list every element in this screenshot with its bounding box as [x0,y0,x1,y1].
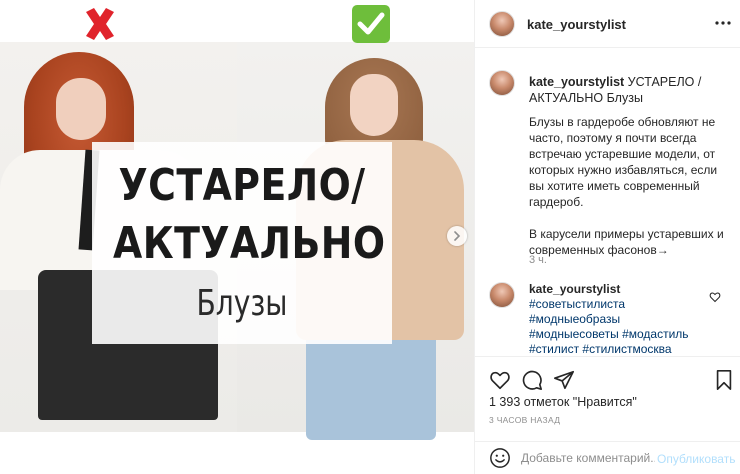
red-cross-icon [80,4,120,44]
caption-header: kate_yourstylist УСТАРЕЛО / АКТУАЛЬНО Бл… [529,74,719,106]
caption-paragraph: В карусели примеры устаревших и современ… [529,227,724,257]
comment-username[interactable]: kate_yourstylist [529,282,729,297]
caption-time[interactable]: 3 ч. [529,254,547,266]
caption-username[interactable]: kate_yourstylist [529,75,624,89]
carousel-next-button[interactable] [447,226,467,246]
post-side-panel: kate_yourstylist kate_yourstylist УСТАРЕ… [474,0,740,474]
model-right-face [350,74,398,136]
overlay-title-line2: АКТУАЛЬНО [113,218,386,269]
add-comment-bar: Опубликовать [475,441,740,474]
author-avatar[interactable] [489,11,515,37]
post-actions: 1 393 отметок "Нравится" 3 ЧАСОВ НАЗАД О… [475,356,740,474]
green-check-icon [351,4,391,44]
hashtag-link[interactable]: #советыстилиста [529,297,625,311]
overlay-title-line1: УСТАРЕЛО/ [118,160,366,211]
likes-link[interactable]: "Нравится" [573,395,637,409]
author-username[interactable]: kate_yourstylist [527,17,626,32]
caption-avatar[interactable] [489,70,515,96]
caption-body: Блузы в гардеробе обновляют не часто, по… [529,114,725,274]
hashtag-link[interactable]: #модастиль [622,327,688,341]
likes-count: 1 393 отметок "Нравится" [489,395,637,409]
share-icon[interactable] [553,369,575,391]
post-date[interactable]: 3 ЧАСОВ НАЗАД [489,415,560,425]
post-header: kate_yourstylist [475,0,740,48]
comment-input[interactable] [521,448,655,468]
comments-section[interactable]: kate_yourstylist УСТАРЕЛО / АКТУАЛЬНО Бл… [475,48,740,356]
hashtag-link[interactable]: #стилист [529,342,579,356]
comment-hashtags: #советыстилиста #модныеобразы #модныесов… [529,297,709,356]
overlay-subtitle: Блузы [196,283,288,324]
likes-suffix[interactable]: отметок [524,395,570,409]
hashtag-link[interactable]: #модныеобразы [529,312,620,326]
bookmark-icon[interactable] [713,369,735,391]
heart-icon[interactable] [489,369,511,391]
comment-like-icon[interactable] [709,290,721,303]
post-media[interactable]: УСТАРЕЛО/ АКТУАЛЬНО Блузы [0,0,474,474]
comment-avatar[interactable] [489,282,515,308]
hashtag-link[interactable]: #стилистмосква [582,342,671,356]
chevron-right-icon [454,231,461,241]
comment-icon[interactable] [521,369,543,391]
more-options-icon[interactable] [713,13,733,33]
likes-number[interactable]: 1 393 [489,395,520,409]
hashtag-link[interactable]: #модныесоветы [529,327,619,341]
caption-paragraph: Блузы в гардеробе обновляют не часто, по… [529,115,718,209]
publish-comment-button[interactable]: Опубликовать [657,452,735,466]
emoji-icon[interactable] [489,447,511,469]
model-left-face [56,78,106,140]
